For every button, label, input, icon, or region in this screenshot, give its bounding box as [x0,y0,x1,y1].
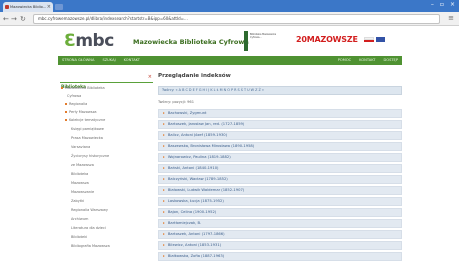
sidebar-item[interactable]: Mazowiecka Biblioteka [61,86,105,90]
alphabet-index[interactable]: Twórcy: « A B C D E F G H I J K L Ł M N … [158,86,402,95]
menu-search[interactable]: Szukaj [102,56,115,65]
partner-logo: Biblioteka Mazowiecka Cyfrowa... [244,31,286,51]
arrow-icon: ▸ [163,232,165,236]
sidebar-item[interactable]: Mazowszanie [71,190,94,194]
arrow-icon: ▸ [163,243,165,247]
mbc-logo[interactable]: Ɛmbc [64,31,114,51]
arrow-icon: ▸ [163,221,165,225]
index-row[interactable]: ▸ Bilewicz, Antoni (1853-1931) [158,241,402,250]
browser-titlebar: Mazowiecka Biblio... × – ▫ × [0,0,459,12]
sidebar-heading: Biblioteka × [60,73,153,90]
arrow-icon: ▸ [163,210,165,214]
index-row[interactable]: ▸ Balicz, Antoni Józef (1859-1930) [158,131,402,140]
menu-left: Strona główna Szukaj Kontakt [62,56,140,65]
sidebar-item[interactable]: Kolekcje tematyczne [65,118,105,122]
partner-logo-bar [244,31,248,51]
menu-help[interactable]: Pomoc [338,56,351,65]
forward-icon[interactable]: → [11,14,17,24]
index-row[interactable]: ▸ Białkowska, Zofia (1887-1963) [158,252,402,261]
sidebar-item[interactable]: Cyfrowa [67,94,81,98]
address-bar[interactable]: mbc.cyfrowemazowsze.pl/dlibra/indexsearc… [33,14,440,24]
index-row[interactable]: ▸ Białowski, Ludwik Waldemar (1852-1907) [158,186,402,195]
polish-flag-icon[interactable] [364,37,374,42]
arrow-icon: ▸ [163,111,165,115]
arrow-icon: ▸ [163,199,165,203]
sidebar-item[interactable]: ze Mazowsza [71,163,94,167]
arrow-icon: ▸ [163,122,165,126]
index-row[interactable]: ▸ Bański, Antoni (1840-1910) [158,164,402,173]
sidebar-item[interactable]: Varsaviana [71,145,90,149]
new-tab-button[interactable] [55,4,63,10]
main-content: Przeglądanie indeksów Twórcy: « A B C D … [158,73,402,277]
bullet-icon [65,103,67,105]
arrow-icon: ▸ [163,144,165,148]
menu-contact-right[interactable]: Kontakt [359,56,375,65]
menu-contact[interactable]: Kontakt [124,56,140,65]
site-title: Mazowiecka Biblioteka Cyfrowa [133,38,249,46]
browser-toolbar: ← → ↻ mbc.cyfrowemazowsze.pl/dlibra/inde… [0,12,459,26]
bullet-icon [65,111,67,113]
sidebar-item[interactable]: Regionalia Warszawy [71,208,108,212]
menu-access[interactable]: Dostęp [383,56,398,65]
index-row[interactable]: ▸ Bartoszek, Antoni (1797-1866) [158,230,402,239]
partner-logo-text: Biblioteka Mazowiecka Cyfrowa... [250,33,276,39]
menu-home[interactable]: Strona główna [62,56,94,65]
close-tab-icon[interactable]: × [47,2,51,12]
index-row[interactable]: ▸ Balczyński, Wacław (1789-1852) [158,175,402,184]
arrow-icon: ▸ [163,155,165,159]
sidebar-item[interactable]: Prasa Mazowiecka [71,136,103,140]
tab-title: Mazowiecka Biblio... [10,5,47,9]
sidebar-item[interactable]: Biblioteka [71,172,88,176]
result-count: Twórcy: pozycji: 961 [158,100,195,104]
site-page: Ɛmbc Mazowiecka Biblioteka Cyfrowa Bibli… [58,26,402,277]
wrench-icon[interactable]: ≡ [448,14,454,22]
sidebar-item[interactable]: Mazowsza [71,181,89,185]
sidebar-item[interactable]: Zabytki [71,199,84,203]
sidebar-item[interactable]: Bibliografia Mazowsza [71,244,110,248]
index-row[interactable]: ▸ Bajon, Celina (1900-1952) [158,208,402,217]
top-menu: Strona główna Szukaj Kontakt Pomoc Konta… [58,56,402,65]
index-row[interactable]: ▸ Laskowska, Łucja (1875-1952) [158,197,402,206]
swirl-icon: Ɛ [64,31,76,51]
arrow-icon: ▸ [163,254,165,258]
minimize-icon[interactable]: – [431,1,434,8]
english-flag-icon[interactable] [376,37,385,42]
back-icon[interactable]: ← [3,14,9,24]
close-window-icon[interactable]: × [450,1,455,8]
index-row[interactable]: ▸ Bartłomiejczak, B. [158,219,402,228]
sidebar-item[interactable]: Perły Mazowsza [65,110,97,114]
sidebar-item[interactable]: Literatura dla dzieci [71,226,106,230]
arrow-icon: ▸ [163,177,165,181]
site-header: Ɛmbc Mazowiecka Biblioteka Cyfrowa Bibli… [58,26,402,56]
maximize-icon[interactable]: ▫ [440,1,444,8]
mazowsze-logo: 20MAZOWSZE [296,35,358,44]
sidebar-item[interactable]: Biblioteki [71,235,87,239]
reload-icon[interactable]: ↻ [20,14,26,24]
page-title: Przeglądanie indeksów [158,73,231,79]
bullet-icon [65,119,67,121]
index-row[interactable]: ▸ Bachowski, Zygmunt [158,109,402,118]
bullet-icon [61,87,63,89]
browser-tab[interactable]: Mazowiecka Biblio... × [3,2,53,12]
window-controls: – ▫ × [431,1,455,8]
arrow-icon: ▸ [163,188,165,192]
sidebar-item[interactable]: Życiorysy historyczne [71,154,109,158]
favicon-icon [5,5,9,9]
arrow-icon: ▸ [163,133,165,137]
menu-right: Pomoc Kontakt Dostęp [338,56,398,65]
sidebar-item[interactable]: Księgi pamiątkowe [71,127,104,131]
index-row[interactable]: ▸ Baszewska, Bronisława Mirosława (1890-1… [158,142,402,151]
index-row[interactable]: ▸ Wojnarowicz, Paulina (1819-1882) [158,153,402,162]
sidebar-item[interactable]: Regionalia [65,102,87,106]
collapse-icon[interactable]: × [148,73,152,82]
sidebar: Biblioteka × Mazowiecka Biblioteka Cyfro… [58,73,153,277]
index-row[interactable]: ▸ Bartoszek, Jarosław Jan, red. (1727-185… [158,120,402,129]
sidebar-item[interactable]: Archiwum [71,217,88,221]
arrow-icon: ▸ [163,166,165,170]
